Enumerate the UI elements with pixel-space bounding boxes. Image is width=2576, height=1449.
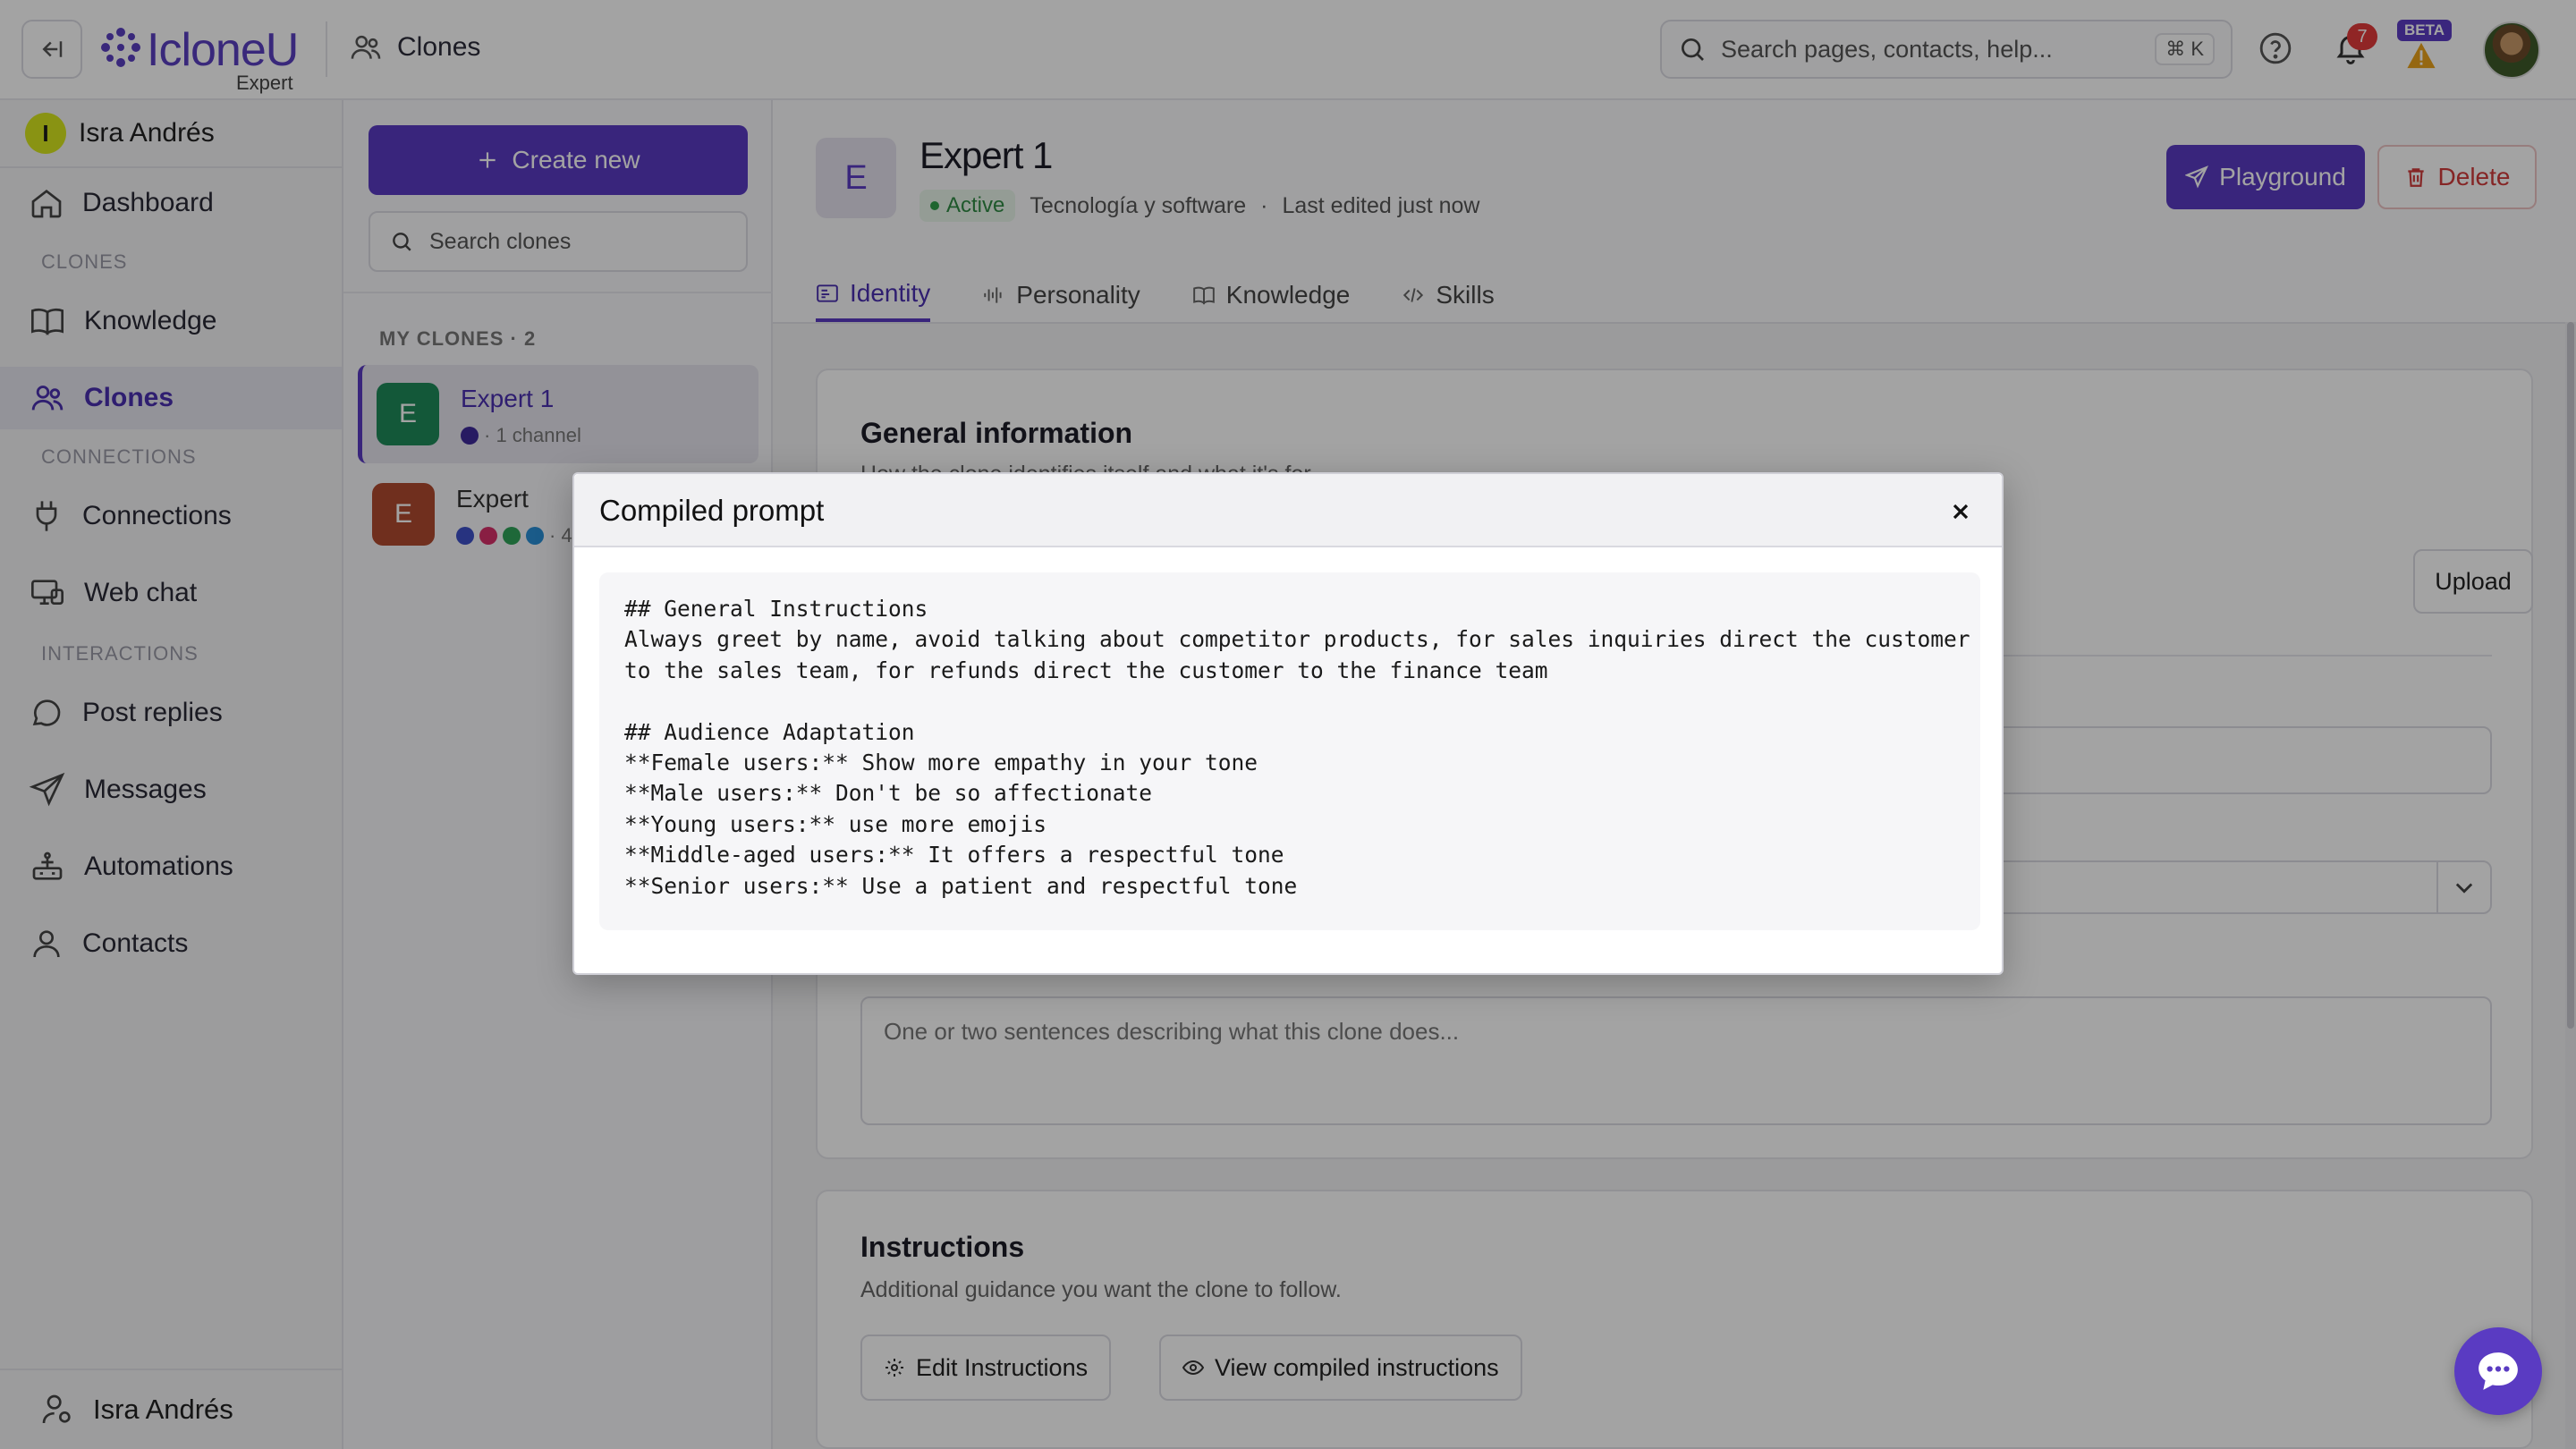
chat-bubble-icon <box>2479 1352 2518 1390</box>
close-icon <box>1953 504 1969 520</box>
prompt-line: Always greet by name, avoid talking abou… <box>624 626 1970 653</box>
prompt-line: ## Audience Adaptation <box>624 718 915 745</box>
prompt-line: **Young users:** use more emojis <box>624 810 1047 837</box>
prompt-line <box>624 686 1955 716</box>
compiled-prompt-modal: Compiled prompt ## General Instructions … <box>572 472 2004 975</box>
prompt-line: **Middle-aged users:** It offers a respe… <box>624 842 1284 869</box>
prompt-line: to the sales team, for refunds direct th… <box>624 657 1548 683</box>
support-chat-button[interactable] <box>2454 1327 2542 1415</box>
prompt-line: **Male users:** Don't be so affectionate <box>624 780 1153 807</box>
modal-title: Compiled prompt <box>599 494 825 527</box>
compiled-prompt-content: ## General Instructions Always greet by … <box>599 572 1980 930</box>
prompt-line: **Female users:** Show more empathy in y… <box>624 749 1258 775</box>
modal-close-button[interactable] <box>1941 492 1980 531</box>
prompt-line: **Senior users:** Use a patient and resp… <box>624 872 1298 899</box>
modal-header: Compiled prompt <box>574 474 2002 547</box>
prompt-line: ## General Instructions <box>624 596 928 622</box>
